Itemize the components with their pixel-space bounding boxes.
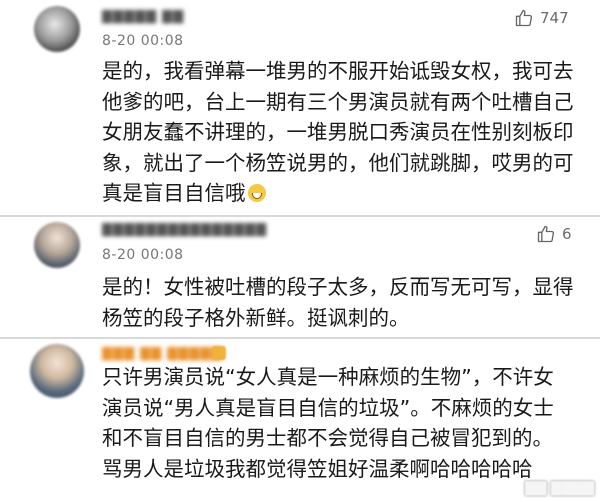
thumbs-up-icon xyxy=(537,225,555,243)
username-blurred[interactable]: ▇▇▇▇▇▇▇▇▇▇▇▇▇▇▇ xyxy=(102,222,267,237)
like-count: 6 xyxy=(562,225,572,243)
thumbs-up-icon xyxy=(515,9,533,27)
comment-item: ▇▇▇▇▇▇▇▇▇▇▇▇▇▇▇ 8-20 00:08 6 是的！女性被吐槽的段子… xyxy=(0,216,600,338)
comment-text: 是的！女性被吐槽的段子太多，反而写无可写，显得 杨笠的段子格外新鲜。挺讽刺的。 xyxy=(102,275,574,330)
grin-emoji-icon xyxy=(247,184,266,202)
avatar[interactable] xyxy=(30,344,84,398)
username-blurred[interactable]: ▇▇▇ ▇▇ ▇▇▇▇▇ xyxy=(102,346,222,361)
comment-time: 8-20 00:08 xyxy=(102,247,184,263)
comment-item: ▇▇▇ ▇▇ ▇▇▇▇▇ 只许男演员说“女人真是一种麻烦的生物”，不许女 演员说… xyxy=(0,338,600,502)
watermark: ▇▇ ▇▇▇▇ xyxy=(524,480,594,496)
like-count: 747 xyxy=(540,9,569,27)
like-button[interactable]: 747 xyxy=(514,8,569,28)
comment-text: 是的，我看弹幕一堆男的不服开始诋毁女权，我可去 他爹的吧，台上一期有三个男演员就… xyxy=(102,59,574,205)
avatar[interactable] xyxy=(34,222,80,268)
comment-item: ▇▇▇▇▇ ▇▇ 8-20 00:08 747 是的，我看弹幕一堆男的不服开始诋… xyxy=(0,0,600,216)
comment-text: 只许男演员说“女人真是一种麻烦的生物”，不许女 演员说“男人真是盲目自信的垃圾”… xyxy=(102,365,554,481)
username-blurred[interactable]: ▇▇▇▇▇ ▇▇ xyxy=(102,9,184,24)
comment-time: 8-20 00:08 xyxy=(102,33,184,49)
vip-badge-icon xyxy=(212,346,226,360)
avatar[interactable] xyxy=(34,6,80,52)
like-button[interactable]: 6 xyxy=(536,224,572,244)
